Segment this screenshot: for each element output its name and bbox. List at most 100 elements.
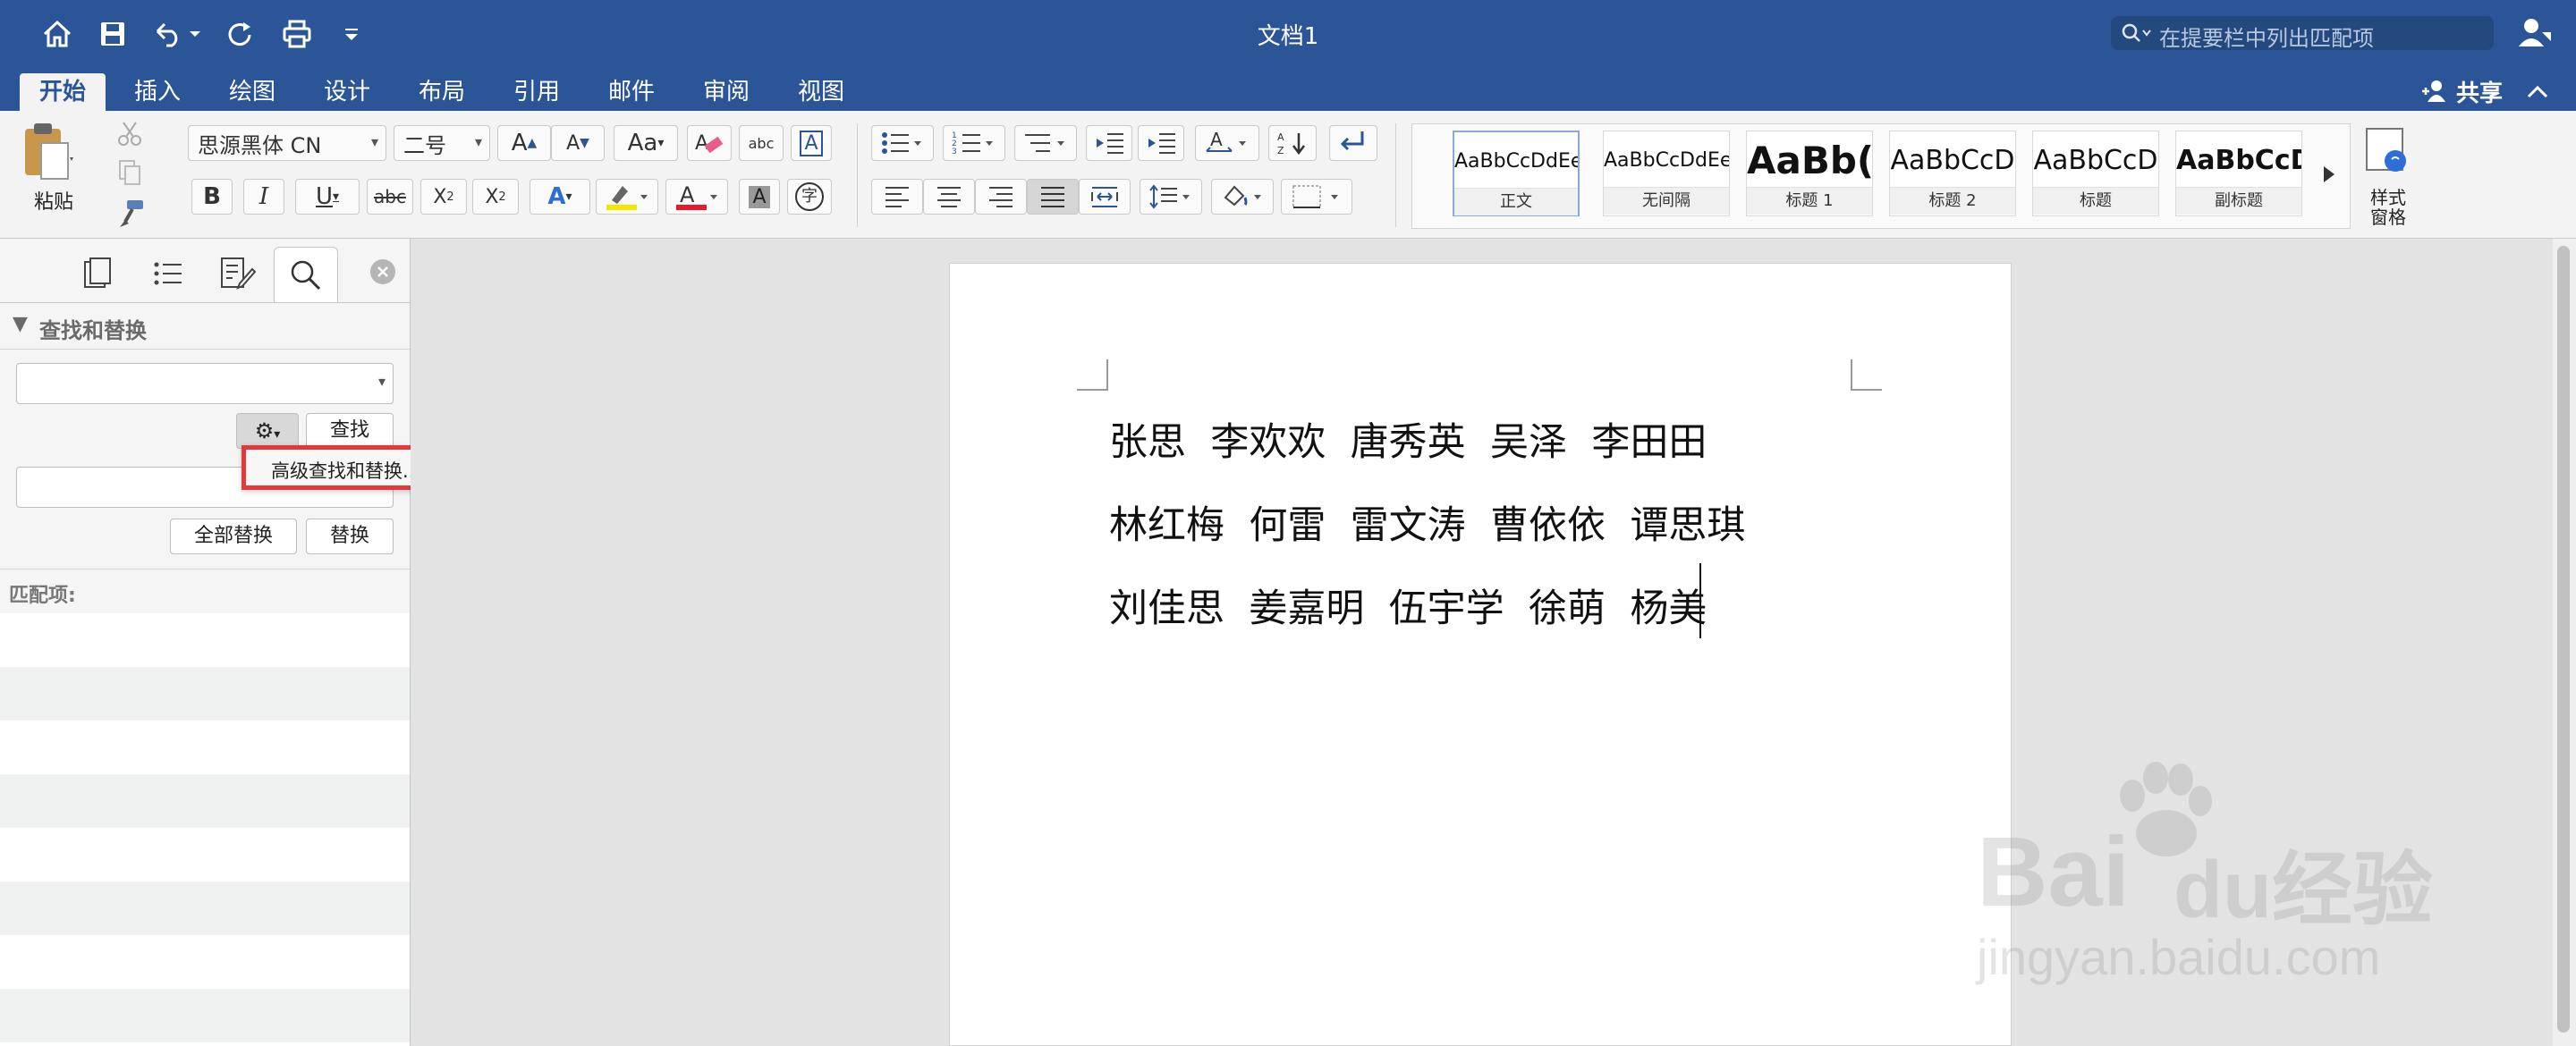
grow-font-icon[interactable]: A ▲: [497, 125, 551, 161]
document-line[interactable]: 刘佳思 姜嘉明 伍宇学 徐萌 杨美: [1109, 578, 1707, 633]
search-tab[interactable]: [274, 247, 338, 303]
show-formatting-icon[interactable]: [1329, 125, 1377, 161]
align-right-icon[interactable]: [975, 179, 1027, 215]
thumbnails-icon[interactable]: [73, 249, 123, 299]
tab-insert[interactable]: 插入: [125, 73, 190, 111]
style-heading-2[interactable]: AaBbCcD 标题 2: [1889, 131, 2016, 216]
multilevel-list-icon[interactable]: [1014, 125, 1077, 161]
account-icon[interactable]: [2517, 14, 2553, 50]
tab-review[interactable]: 审阅: [694, 73, 758, 111]
customize-toolbar-icon[interactable]: [338, 13, 365, 55]
styles-more-icon[interactable]: [2320, 161, 2342, 193]
vertical-scrollbar[interactable]: [2553, 239, 2576, 1046]
undo-icon[interactable]: [150, 13, 204, 55]
strikethrough-button[interactable]: abc: [367, 179, 413, 215]
shading-icon[interactable]: [1211, 179, 1274, 215]
subscript-button[interactable]: X2: [420, 179, 467, 215]
print-icon[interactable]: [279, 13, 315, 55]
justify-icon[interactable]: [1027, 179, 1079, 215]
svg-text:Z: Z: [1277, 145, 1284, 156]
styles-pane-icon[interactable]: [2361, 125, 2415, 179]
tab-references[interactable]: 引用: [504, 73, 569, 111]
style-sample: AaBbCcDdEe: [1604, 149, 1729, 172]
change-case-icon[interactable]: Aa ▾: [614, 125, 678, 161]
style-no-spacing[interactable]: AaBbCcDdEe 无间隔: [1603, 131, 1730, 216]
align-center-icon[interactable]: [923, 179, 975, 215]
shrink-font-icon[interactable]: A ▼: [551, 125, 605, 161]
text-cursor: [1699, 563, 1701, 638]
borders-icon[interactable]: [1281, 179, 1352, 215]
margin-corner-mark: [1851, 359, 1882, 391]
numbering-icon[interactable]: 123: [943, 125, 1005, 161]
style-sample: AaBbCcD: [2176, 145, 2301, 176]
style-title[interactable]: AaBbCcD 标题: [2032, 131, 2159, 216]
highlight-icon[interactable]: [596, 179, 658, 215]
svg-text:A: A: [680, 182, 695, 207]
style-sample: AaBbCcDdEe: [1454, 150, 1578, 173]
title-bar: 文档1 在提要栏中列出匹配项: [0, 0, 2576, 70]
font-name-select[interactable]: 思源黑体 CN ▾: [188, 125, 386, 161]
style-name: 正文: [1454, 188, 1578, 215]
redo-icon[interactable]: [222, 13, 258, 55]
bullets-icon[interactable]: [871, 125, 934, 161]
cut-icon[interactable]: [116, 120, 143, 147]
window-title: 文档1: [1257, 23, 1319, 50]
review-pane-icon[interactable]: [213, 249, 263, 299]
font-size-value: 二号: [403, 132, 446, 158]
spell-check-icon[interactable]: abc: [739, 125, 784, 161]
style-heading-1[interactable]: AaBb( 标题 1: [1746, 131, 1873, 216]
search-icon: [2122, 23, 2151, 42]
document-line[interactable]: 张思 李欢欢 唐秀英 吴泽 李田田: [1109, 411, 1707, 467]
watermark-brand-cn: du经验: [2174, 843, 2433, 937]
tab-layout[interactable]: 布局: [410, 73, 474, 111]
text-effects-icon[interactable]: A ▾: [530, 179, 590, 215]
close-pane-icon[interactable]: [370, 259, 395, 284]
document-line[interactable]: 林红梅 何雷 雷文涛 曹依依 谭思琪: [1109, 494, 1745, 550]
font-color-icon[interactable]: A: [665, 179, 728, 215]
bold-button[interactable]: B: [191, 179, 233, 215]
increase-indent-icon[interactable]: [1138, 125, 1184, 161]
style-sample: AaBbCcD: [1890, 145, 2015, 176]
distributed-icon[interactable]: [1079, 179, 1131, 215]
scrollbar-thumb[interactable]: [2557, 246, 2570, 1033]
copy-icon[interactable]: [116, 159, 143, 186]
style-normal[interactable]: AaBbCcDdEe 正文: [1453, 131, 1580, 216]
save-icon[interactable]: [95, 13, 131, 55]
tab-draw[interactable]: 绘图: [220, 73, 284, 111]
paste-icon[interactable]: [21, 122, 75, 184]
character-shading-icon[interactable]: A: [739, 179, 780, 215]
font-size-select[interactable]: 二号 ▾: [394, 125, 490, 161]
tab-view[interactable]: 视图: [789, 73, 853, 111]
align-left-icon[interactable]: [871, 179, 923, 215]
search-input[interactable]: 在提要栏中列出匹配项: [2111, 16, 2494, 51]
tab-mailings[interactable]: 邮件: [599, 73, 664, 111]
font-name-value: 思源黑体 CN: [198, 132, 322, 158]
style-subtitle[interactable]: AaBbCcD 副标题: [2175, 131, 2302, 216]
find-input[interactable]: ▾: [16, 363, 394, 404]
tab-design[interactable]: 设计: [315, 73, 379, 111]
collapse-ribbon-icon[interactable]: [2524, 79, 2551, 105]
advanced-find-replace-item[interactable]: 高级查找和替换...: [271, 457, 420, 484]
underline-button[interactable]: U ▾: [295, 179, 360, 215]
superscript-button[interactable]: X2: [472, 179, 519, 215]
italic-button[interactable]: I: [243, 179, 284, 215]
text-box-icon[interactable]: A: [791, 125, 832, 161]
chevron-down-icon: ▾: [474, 133, 482, 150]
replace-button[interactable]: 替换: [306, 519, 394, 554]
share-button[interactable]: 共享: [2420, 73, 2503, 109]
sort-icon[interactable]: AZ: [1268, 125, 1317, 161]
outline-icon[interactable]: [143, 249, 193, 299]
search-options-button[interactable]: ⚙▾: [236, 413, 299, 449]
line-spacing-icon[interactable]: [1140, 179, 1202, 215]
asian-layout-icon[interactable]: A: [1195, 125, 1259, 161]
clear-format-icon[interactable]: A: [687, 125, 732, 161]
enclose-character-icon[interactable]: 字: [787, 179, 832, 215]
matches-list: [0, 613, 410, 1046]
section-collapse-icon[interactable]: ▼: [13, 313, 28, 335]
tab-home[interactable]: 开始: [20, 73, 106, 111]
format-painter-icon[interactable]: [116, 198, 147, 229]
decrease-indent-icon[interactable]: [1086, 125, 1132, 161]
home-icon[interactable]: [39, 13, 75, 55]
replace-all-button[interactable]: 全部替换: [170, 519, 297, 554]
find-button[interactable]: 查找: [306, 413, 394, 449]
